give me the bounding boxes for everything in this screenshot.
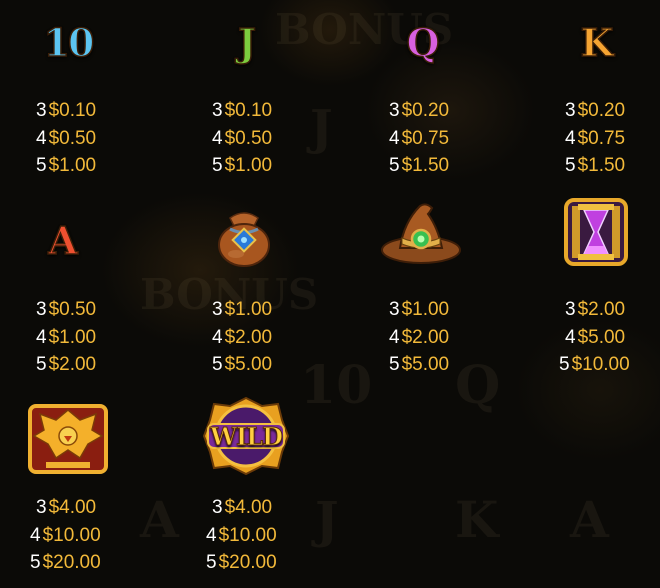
pay-amount: $1.00	[401, 299, 450, 320]
wild-label: WILD	[210, 421, 284, 451]
pay-amount: $4.00	[224, 497, 273, 518]
pay-amount: $0.20	[401, 100, 450, 121]
pay-amount: $2.00	[48, 354, 97, 375]
pay-count: 5	[206, 552, 217, 573]
wizard-hat-icon	[380, 198, 462, 270]
pay-count: 5	[30, 552, 41, 573]
pay-amount: $1.50	[401, 155, 450, 176]
symbol-queen: Q	[386, 6, 458, 78]
paytable-ace: 3 $0.50 4 $1.00 5 $2.00	[36, 296, 96, 379]
paytable-hat: 3 $1.00 4 $2.00 5 $5.00	[389, 296, 449, 379]
paytable-queen: 3 $0.20 4 $0.75 5 $1.50	[389, 97, 449, 180]
phoenix-icon	[26, 396, 110, 476]
pay-count: 5	[389, 155, 400, 176]
pay-count: 4	[389, 127, 400, 149]
symbol-jack: J	[210, 6, 282, 78]
pay-count: 4	[206, 524, 217, 546]
pay-count: 3	[565, 299, 576, 320]
pay-count: 3	[389, 100, 400, 121]
pay-amount: $10.00	[218, 524, 277, 546]
pay-amount: $0.50	[224, 127, 273, 149]
pay-amount: $0.75	[401, 127, 450, 149]
paytable-king: 3 $0.20 4 $0.75 5 $1.50	[565, 97, 625, 180]
pay-amount: $1.00	[224, 299, 273, 320]
pay-count: 4	[30, 524, 41, 546]
pay-amount: $1.00	[48, 326, 97, 348]
pay-count: 4	[389, 326, 400, 348]
pay-count: 3	[565, 100, 576, 121]
pay-count: 4	[212, 127, 223, 149]
paytable-ten: 3 $0.10 4 $0.50 5 $1.00	[36, 97, 96, 180]
pay-amount: $20.00	[42, 552, 101, 573]
pay-count: 5	[212, 354, 223, 375]
pay-amount: $0.50	[48, 299, 97, 320]
pay-count: 3	[389, 299, 400, 320]
pay-count: 3	[36, 100, 47, 121]
paytable-phoenix: 3 $4.00 4 $10.00 5 $20.00	[30, 494, 101, 577]
pay-count: 4	[565, 127, 576, 149]
jack-symbol-label: J	[237, 19, 256, 66]
pay-amount: $4.00	[48, 497, 97, 518]
pay-amount: $2.00	[401, 326, 450, 348]
pay-amount: $2.00	[577, 299, 626, 320]
pay-count: 5	[389, 354, 400, 375]
paytable-hourglass: 3 $2.00 4 $5.00 5 $10.00	[559, 296, 630, 379]
pay-amount: $10.00	[42, 524, 101, 546]
pay-amount: $5.00	[577, 326, 626, 348]
symbol-king: K	[560, 6, 632, 78]
pay-amount: $0.10	[224, 100, 273, 121]
ace-symbol-label: A	[47, 217, 78, 264]
pay-count: 5	[36, 354, 47, 375]
pay-amount: $5.00	[224, 354, 273, 375]
pay-amount: $1.50	[577, 155, 626, 176]
pay-amount: $0.50	[48, 127, 97, 149]
pay-count: 4	[36, 127, 47, 149]
symbol-ace: A	[26, 204, 98, 276]
pay-count: 3	[36, 299, 47, 320]
pay-amount: $20.00	[218, 552, 277, 573]
pay-amount: $5.00	[401, 354, 450, 375]
pay-count: 5	[212, 155, 223, 176]
pay-count: 3	[212, 299, 223, 320]
pay-count: 5	[559, 354, 570, 375]
pay-amount: $0.75	[577, 127, 626, 149]
paytable-wild: 3 $4.00 4 $10.00 5 $20.00	[206, 494, 277, 577]
magic-pouch-icon	[208, 198, 280, 270]
pay-amount: $0.10	[48, 100, 97, 121]
ten-symbol-label: 10	[43, 19, 95, 66]
queen-symbol-label: Q	[406, 19, 441, 66]
pay-count: 4	[565, 326, 576, 348]
pay-amount: $0.20	[577, 100, 626, 121]
pay-amount: $1.00	[224, 155, 273, 176]
paytable-pouch: 3 $1.00 4 $2.00 5 $5.00	[212, 296, 272, 379]
pay-amount: $1.00	[48, 155, 97, 176]
paytable-jack: 3 $0.10 4 $0.50 5 $1.00	[212, 97, 272, 180]
pay-count: 5	[565, 155, 576, 176]
pay-count: 4	[212, 326, 223, 348]
pay-amount: $10.00	[571, 354, 630, 375]
pay-count: 4	[36, 326, 47, 348]
king-symbol-label: K	[580, 19, 615, 66]
pay-count: 3	[212, 497, 223, 518]
pay-count: 5	[36, 155, 47, 176]
pay-count: 3	[212, 100, 223, 121]
symbol-ten: 10	[32, 6, 104, 78]
hourglass-icon	[560, 196, 632, 268]
pay-count: 3	[36, 497, 47, 518]
pay-amount: $2.00	[224, 326, 273, 348]
wild-badge-icon: WILD	[202, 396, 290, 476]
